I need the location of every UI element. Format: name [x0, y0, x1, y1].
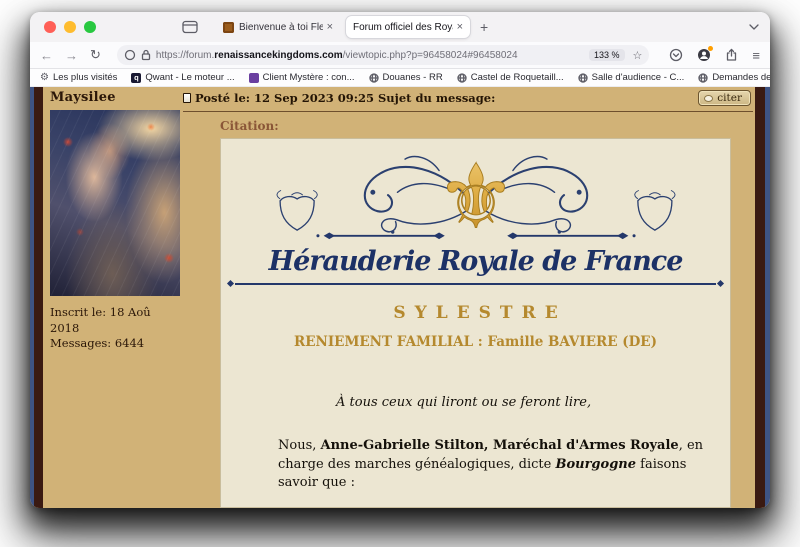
post-header: Posté le: 12 Sep 2023 09:25 Sujet du mes… [183, 90, 755, 106]
notification-dot [708, 46, 714, 51]
bookmark-item[interactable]: Salle d'audience - C... [578, 72, 684, 83]
url-bar[interactable]: https://forum.renaissancekingdoms.com/vi… [116, 45, 650, 65]
gear-icon: ⚙ [40, 72, 49, 83]
close-tab-icon[interactable]: × [457, 21, 463, 33]
title-divider [226, 279, 725, 288]
window-controls [44, 21, 96, 33]
author-column: Maysilee Inscrit le: 18 Aoû 2018 Message… [43, 87, 183, 508]
page-border-right-blue [765, 87, 770, 508]
firefox-view-icon[interactable] [182, 20, 198, 34]
tab-welcome[interactable]: Bienvenue à toi Fleur_de_bavie × [216, 16, 340, 38]
bookmark-item[interactable]: Client Mystère : con... [248, 72, 355, 83]
shield-icon[interactable] [124, 49, 136, 61]
bookmark-item[interactable]: q Qwant - Le moteur ... [131, 72, 235, 83]
menu-icon[interactable]: ≡ [752, 48, 760, 63]
paragraph: Au regard des loys héraldiques & coutume… [278, 506, 714, 508]
page-border-right-maroon [755, 87, 765, 508]
post-header-divider [183, 111, 753, 112]
rk-favicon [223, 21, 234, 33]
bookmark-item[interactable]: Demandes de dissol... [698, 72, 770, 83]
minimize-window-button[interactable] [64, 21, 76, 33]
post-header-text: Posté le: 12 Sep 2023 09:25 Sujet du mes… [195, 91, 496, 105]
page-border-left-maroon [34, 87, 43, 508]
citation-label: Citation: [220, 119, 279, 133]
document-title: Hérauderie Royale de France [268, 246, 684, 277]
navigation-bar: ← → ↻ https://forum.renaissancekingdoms.… [30, 42, 770, 69]
author-messages: Messages: 6444 [50, 336, 145, 351]
reload-button[interactable]: ↻ [90, 47, 101, 63]
document-body: À tous ceux qui liront ou se feront lire… [221, 394, 730, 508]
tab-forum[interactable]: Forum officiel des Royaumes Renais × [346, 16, 470, 38]
salutation: À tous ceux qui liront ou se feront lire… [336, 395, 592, 410]
bookmark-item[interactable]: Douanes - RR [368, 72, 443, 83]
quote-bubble-icon [704, 94, 714, 102]
close-window-button[interactable] [44, 21, 56, 33]
bookmark-star-icon[interactable]: ☆ [633, 49, 643, 62]
bookmarks-bar: ⚙ Les plus visités q Qwant - Le moteur .… [30, 69, 770, 87]
avatar [50, 110, 180, 296]
close-tab-icon[interactable]: × [327, 21, 333, 33]
quote-button[interactable]: citer [698, 90, 751, 106]
globe-icon [457, 72, 467, 83]
heraldic-ornament: ⚜ [276, 144, 675, 249]
pocket-icon[interactable] [669, 48, 683, 62]
globe-icon [368, 72, 379, 83]
paragraph: Nous, Anne-Gabrielle Stilton, Maréchal d… [278, 438, 704, 491]
quoted-document: ⚜ Hérauderie Royale de France SYLESTRE R… [220, 138, 731, 508]
client-mystere-favicon [248, 72, 259, 83]
tab-title: Bienvenue à toi Fleur_de_bavie [239, 21, 323, 33]
maximize-window-button[interactable] [84, 21, 96, 33]
new-tab-button[interactable]: + [480, 19, 488, 35]
account-icon[interactable] [697, 46, 714, 62]
browser-window: Bienvenue à toi Fleur_de_bavie × Forum o… [30, 12, 770, 508]
lock-icon[interactable] [141, 49, 151, 61]
author-joined: Inscrit le: 18 Aoû 2018 [50, 305, 151, 335]
forum-post: Maysilee Inscrit le: 18 Aoû 2018 Message… [43, 87, 755, 508]
bookmark-item[interactable]: ⚙ Les plus visités [40, 72, 117, 83]
share-icon[interactable] [725, 48, 738, 62]
zoom-level-badge[interactable]: 133 % [589, 49, 625, 61]
post-icon [183, 93, 191, 103]
document-name: SYLESTRE [393, 303, 567, 323]
globe-icon [578, 72, 588, 83]
author-name[interactable]: Maysilee [50, 90, 183, 105]
url-text: https://forum.renaissancekingdoms.com/vi… [155, 49, 518, 61]
forum-page: Maysilee Inscrit le: 18 Aoû 2018 Message… [30, 87, 770, 508]
globe-icon [698, 72, 708, 83]
tab-title: Forum officiel des Royaumes Renais [353, 21, 453, 33]
fleur-de-lis-icon: ⚜ [436, 144, 516, 248]
post-content-column: Posté le: 12 Sep 2023 09:25 Sujet du mes… [183, 87, 755, 508]
tab-bar: Bienvenue à toi Fleur_de_bavie × Forum o… [30, 12, 770, 42]
document-subject: RENIEMENT FAMILIAL : Famille BAVIERE (DE… [294, 334, 657, 350]
bookmark-item[interactable]: Castel de Roquetaill... [457, 72, 564, 83]
qwant-favicon: q [131, 72, 142, 83]
forward-button[interactable]: → [65, 48, 78, 63]
back-button[interactable]: ← [40, 48, 53, 63]
list-all-tabs-icon[interactable] [748, 23, 760, 31]
